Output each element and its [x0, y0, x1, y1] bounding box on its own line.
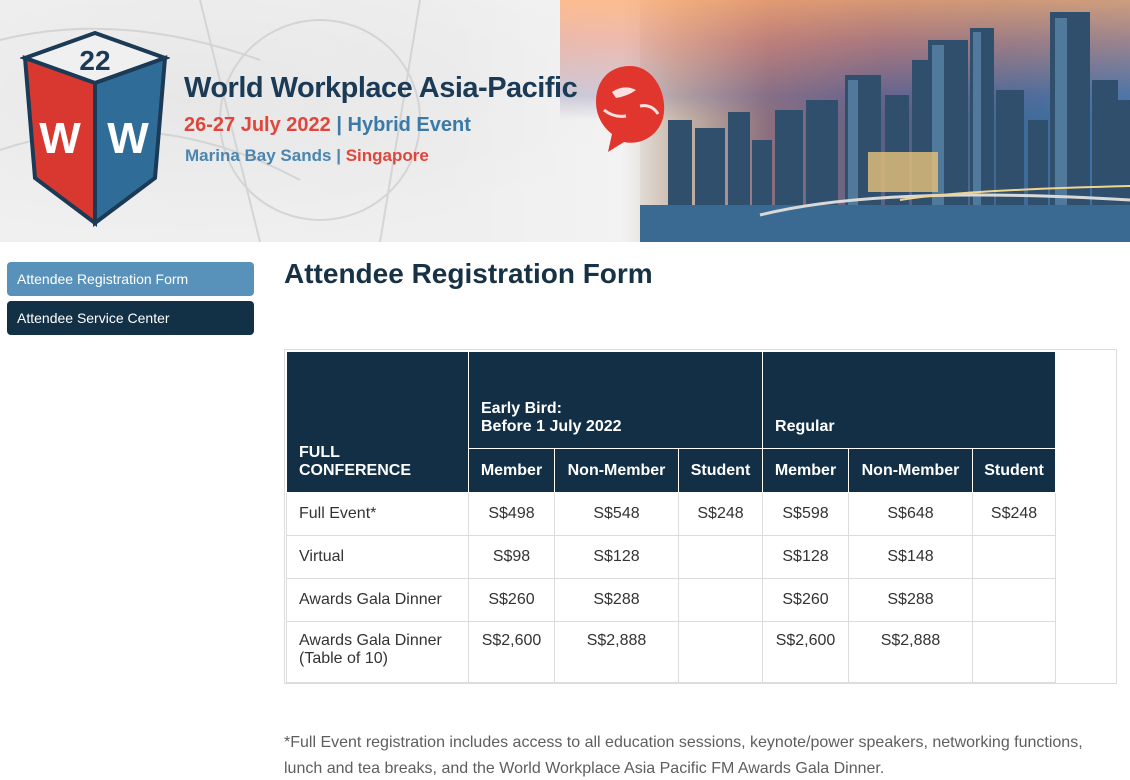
sidebar-item-attendee-registration-form[interactable]: Attendee Registration Form [7, 262, 254, 296]
price-cell: S$260 [762, 578, 850, 622]
venue-city: Singapore [345, 146, 429, 165]
price-cell: S$2,888 [848, 621, 974, 683]
table-row: Awards Gala Dinner S$260 S$288 S$260 S$2… [286, 578, 1057, 622]
svg-text:W: W [39, 114, 81, 163]
price-cell [972, 535, 1057, 579]
price-cell: S$2,600 [762, 621, 850, 683]
row-label: Awards Gala Dinner [286, 578, 469, 622]
price-cell [972, 578, 1057, 622]
table-row: Awards Gala Dinner (Table of 10) S$2,600… [286, 621, 1057, 683]
row-label-line1: Awards Gala Dinner [299, 632, 442, 649]
table-row: Full Event* S$498 S$548 S$248 S$598 S$64… [286, 492, 1057, 536]
row-label: Virtual [286, 535, 469, 579]
price-cell [677, 578, 764, 622]
event-venue-line: Marina Bay Sands | Singapore [185, 146, 429, 166]
event-title: World Workplace Asia-Pacific [184, 72, 578, 104]
price-cell: S$548 [554, 492, 679, 536]
row-label: Full Event* [286, 492, 469, 536]
header-banner: 22 W W World Workplace Asia-Pacific 26-2… [0, 0, 1130, 242]
svg-text:22: 22 [79, 45, 110, 76]
ww22-logo: 22 W W [20, 30, 170, 227]
footnote: *Full Event registration includes access… [284, 734, 1083, 777]
header-full-conference: FULL CONFERENCE [286, 351, 469, 493]
header-group-early-bird: Early Bird: Before 1 July 2022 [467, 351, 764, 449]
price-cell: S$98 [468, 535, 555, 579]
price-cell: S$288 [848, 578, 974, 622]
table-row: Virtual S$98 S$128 S$128 S$148 [286, 535, 1057, 579]
price-cell: S$260 [468, 578, 555, 622]
row-label-line2: (Table of 10) [299, 650, 388, 667]
header-student: Student [972, 448, 1057, 493]
price-cell [677, 535, 764, 579]
header-member: Member [762, 448, 850, 493]
event-dates-line: 26-27 July 2022 | Hybrid Event [184, 114, 471, 137]
price-cell: S$128 [554, 535, 679, 579]
page-title: Attendee Registration Form [284, 258, 653, 289]
header-group-regular: Regular [762, 351, 1057, 449]
price-cell [972, 621, 1057, 683]
header-student: Student [677, 448, 764, 493]
price-cell: S$2,600 [468, 621, 555, 683]
header-non-member: Non-Member [848, 448, 974, 493]
regular-line1: Regular [775, 418, 835, 435]
header-member: Member [468, 448, 555, 493]
merlion-icon [596, 66, 665, 152]
event-type: Hybrid Event [347, 114, 471, 136]
row-label: Awards Gala Dinner (Table of 10) [286, 621, 469, 683]
early-bird-line2: Before 1 July 2022 [481, 418, 622, 435]
header-non-member: Non-Member [554, 448, 679, 493]
price-cell: S$248 [677, 492, 764, 536]
price-cell: S$288 [554, 578, 679, 622]
sidebar-item-attendee-service-center[interactable]: Attendee Service Center [7, 301, 254, 335]
pricing-table-container: FULL CONFERENCE Early Bird: Before 1 Jul… [284, 349, 1117, 684]
venue-separator: | [336, 146, 341, 165]
price-cell: S$2,888 [554, 621, 679, 683]
pricing-table: FULL CONFERENCE Early Bird: Before 1 Jul… [286, 351, 1057, 683]
event-dates: 26-27 July 2022 [184, 114, 331, 136]
price-cell: S$148 [848, 535, 974, 579]
price-cell: S$648 [848, 492, 974, 536]
price-cell: S$498 [468, 492, 555, 536]
price-cell: S$598 [762, 492, 850, 536]
price-cell: S$128 [762, 535, 850, 579]
dates-separator: | [336, 114, 342, 136]
venue-name: Marina Bay Sands [185, 146, 332, 165]
svg-text:W: W [107, 114, 149, 163]
price-cell [677, 621, 764, 683]
early-bird-line1: Early Bird: [481, 400, 562, 417]
price-cell: S$248 [972, 492, 1057, 536]
